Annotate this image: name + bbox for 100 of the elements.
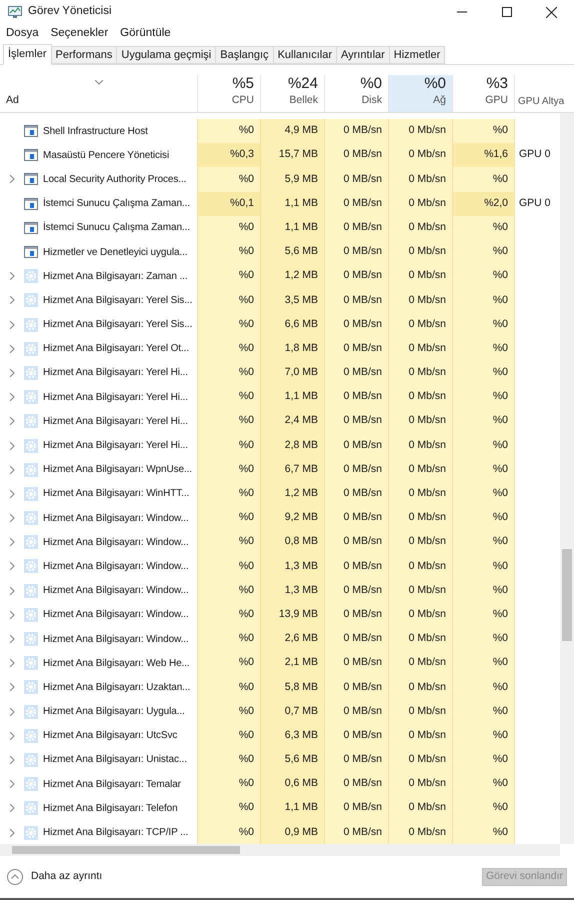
table-cell: %0 [197, 602, 260, 627]
table-cell: 0 MB/sn [324, 675, 388, 700]
table-cell: 0 MB/sn [324, 700, 388, 724]
expand-chevron-icon[interactable] [10, 417, 14, 426]
expand-chevron-icon[interactable] [10, 320, 14, 329]
column-header[interactable]: Ad [6, 93, 19, 109]
process-name: Hizmet Ana Bilgisayarı: Window... [43, 632, 189, 647]
menu-item[interactable]: Seçenekler [50, 25, 108, 43]
table-cell: %0 [452, 264, 514, 288]
table-cell: 4,9 MB [260, 119, 324, 144]
fewer-details-link[interactable]: Daha az ayrıntı [7, 869, 102, 885]
table-cell: %0 [452, 409, 514, 434]
table-cell: %0 [452, 700, 514, 724]
table-cell: 0 Mb/sn [388, 360, 452, 386]
expand-chevron-icon[interactable] [10, 610, 14, 619]
table-cell: 0 MB/sn [324, 409, 388, 434]
vertical-scrollbar[interactable] [560, 113, 574, 844]
table-cell: 0 MB/sn [324, 482, 388, 506]
table-cell: 0 MB/sn [324, 192, 388, 216]
table-cell: 0 Mb/sn [388, 433, 452, 458]
table-cell: 0 Mb/sn [388, 700, 452, 724]
tab[interactable]: Kullanıcılar [272, 46, 337, 64]
table-cell: 0 Mb/sn [388, 578, 452, 603]
table-cell: %0 [452, 312, 514, 337]
gear-icon [24, 390, 38, 404]
table-cell: %0,3 [197, 143, 260, 168]
expand-chevron-icon[interactable] [10, 466, 14, 474]
table-cell: 0,7 MB [260, 700, 324, 724]
table-cell: %0 [452, 119, 514, 144]
gear-icon [24, 318, 38, 332]
table-cell: 0 Mb/sn [388, 796, 452, 820]
tab[interactable]: Hizmetler [388, 46, 446, 64]
table-cell: %0 [452, 167, 514, 192]
table-cell: %0 [197, 336, 260, 361]
expand-chevron-icon[interactable] [10, 659, 14, 668]
process-name: İstemci Sunucu Çalışma Zaman... [43, 196, 190, 212]
expand-chevron-icon[interactable] [10, 490, 14, 498]
table-cell: 6,6 MB [260, 312, 324, 337]
tab[interactable]: Başlangıç [215, 46, 274, 64]
expand-chevron-icon[interactable] [10, 344, 14, 353]
table-cell: 1,1 MB [260, 192, 324, 216]
table-cell: 0 Mb/sn [388, 530, 452, 554]
table-cell: 0 Mb/sn [388, 264, 452, 288]
expand-chevron-icon[interactable] [10, 756, 14, 764]
process-name: Hizmet Ana Bilgisayarı: Yerel Hi... [43, 414, 188, 429]
menu-item[interactable]: Dosya [6, 25, 39, 43]
horizontal-scrollbar[interactable] [0, 844, 560, 856]
table-cell: 0 MB/sn [324, 506, 388, 530]
expand-chevron-icon[interactable] [10, 296, 14, 304]
expand-chevron-icon[interactable] [10, 393, 14, 402]
expand-chevron-icon[interactable] [10, 635, 14, 644]
menu-item[interactable]: Görüntüle [120, 25, 171, 43]
expand-chevron-icon[interactable] [10, 272, 14, 280]
expand-chevron-icon[interactable] [10, 538, 14, 546]
table-cell: 0 MB/sn [324, 312, 388, 337]
table-cell: %0 [452, 530, 514, 554]
process-name: Masaüstü Pencere Yöneticisi [43, 148, 170, 163]
table-cell: 5,8 MB [260, 675, 324, 700]
window-icon [24, 246, 38, 258]
table-cell: %0 [197, 385, 260, 410]
expand-chevron-icon[interactable] [10, 368, 14, 377]
expand-chevron-icon[interactable] [10, 804, 14, 812]
expand-chevron-icon[interactable] [10, 708, 14, 716]
expand-chevron-icon[interactable] [10, 562, 14, 570]
table-cell: %2,0 [452, 192, 514, 216]
table-cell: 0 MB/sn [324, 385, 388, 410]
table-cell: %0,1 [197, 192, 260, 216]
gear-icon [24, 680, 38, 694]
gear-icon [24, 656, 38, 670]
process-name: Hizmet Ana Bilgisayarı: Uygula... [43, 705, 185, 720]
expand-chevron-icon[interactable] [10, 683, 14, 692]
expand-chevron-icon[interactable] [10, 175, 14, 184]
table-cell-text: GPU 0 [519, 147, 551, 162]
table-cell: 9,2 MB [260, 506, 324, 530]
close-icon [546, 6, 557, 18]
table-cell: 2,6 MB [260, 626, 324, 652]
expand-chevron-icon[interactable] [10, 828, 14, 837]
process-name: Hizmet Ana Bilgisayarı: Window... [43, 584, 189, 598]
expand-chevron-icon[interactable] [10, 780, 14, 788]
expand-chevron-icon[interactable] [10, 514, 14, 522]
table-cell: %0 [197, 409, 260, 434]
table-cell: 0 Mb/sn [388, 336, 452, 361]
table-cell: 0,6 MB [260, 772, 324, 796]
tab[interactable]: Performans [50, 46, 118, 64]
expand-chevron-icon[interactable] [10, 732, 14, 740]
window-icon [24, 222, 38, 234]
process-name: Hizmet Ana Bilgisayarı: Yerel Sis... [43, 294, 192, 308]
expand-chevron-icon[interactable] [10, 586, 14, 595]
table-cell: %0 [452, 360, 514, 386]
process-name: Hizmet Ana Bilgisayarı: Yerel Ot... [43, 342, 190, 356]
column-header[interactable]: %0 Ağ [388, 75, 452, 112]
gear-icon [24, 486, 38, 501]
table-cell: 0 MB/sn [324, 119, 388, 144]
tab[interactable]: İşlemler [3, 44, 52, 65]
process-name: Hizmet Ana Bilgisayarı: Yerel Hi... [43, 439, 188, 454]
table-cell: 0 MB/sn [324, 167, 388, 192]
tab[interactable]: Ayrıntılar [336, 46, 390, 64]
tab[interactable]: Uygulama geçmişi [116, 46, 216, 64]
expand-chevron-icon[interactable] [10, 442, 14, 450]
table-cell: 0 MB/sn [324, 651, 388, 676]
